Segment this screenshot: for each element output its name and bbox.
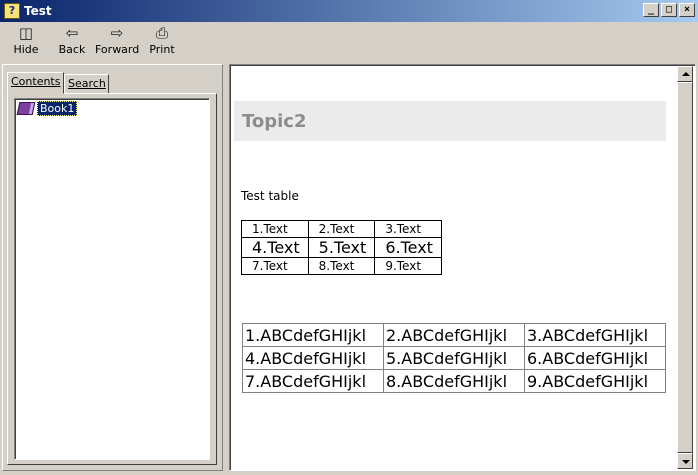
table-cell: 8.ABCdefGHIjkl [383,369,525,393]
forward-button[interactable]: ⇨ Forward [95,24,139,60]
print-button[interactable]: ⎙ Print [147,24,177,60]
forward-label: Forward [95,43,140,56]
contents-panel: Book1 [7,93,217,465]
table-cell: 4.ABCdefGHIjkl [242,346,384,370]
print-label: Print [149,43,175,56]
topic-header: Topic2 [234,101,666,141]
vertical-scrollbar[interactable] [677,66,693,469]
hide-pane-icon: ◫ [18,24,34,42]
maximize-button[interactable]: □ [661,3,677,17]
printer-icon: ⎙ [155,24,168,42]
tree-item-book1[interactable]: Book1 [16,101,78,116]
table-cell: 3.Text [374,220,442,238]
table-row: 4.Text 5.Text 6.Text [241,237,442,258]
table-cell: 4.Text [241,237,309,258]
topic-title: Topic2 [242,111,307,132]
scroll-down-button[interactable] [677,453,693,469]
toolbar: ◫ Hide ⇦ Back ⇨ Forward ⎙ Print [0,22,698,62]
title-bar[interactable]: ? Test _ □ × [0,0,698,22]
table-cell: 9.ABCdefGHIjkl [524,369,666,393]
table-cell: 1.Text [241,220,309,238]
tab-search[interactable]: Search [64,74,109,94]
window-controls: _ □ × [643,3,695,17]
hide-label: Hide [13,43,39,56]
tab-search-label: Search [68,77,106,90]
back-arrow-icon: ⇦ [65,24,79,42]
table-cell: 7.Text [241,257,309,275]
forward-arrow-icon: ⇨ [110,24,124,42]
back-button[interactable]: ⇦ Back [56,24,88,60]
close-button[interactable]: × [679,3,695,17]
table-row: 7.Text 8.Text 9.Text [241,257,442,275]
topic-content: Topic2 Test table 1.Text 2.Text 3.Text 4… [229,64,696,471]
test-table-small: 1.Text 2.Text 3.Text 4.Text 5.Text 6.Tex… [241,220,442,275]
table-cell: 7.ABCdefGHIjkl [242,369,384,393]
table-cell: 2.ABCdefGHIjkl [383,323,525,347]
table-row: 4.ABCdefGHIjkl 5.ABCdefGHIjkl 6.ABCdefGH… [242,346,666,370]
test-table-large: 1.ABCdefGHIjkl 2.ABCdefGHIjkl 3.ABCdefGH… [242,323,666,393]
table-caption: Test table [241,189,299,203]
table-cell: 3.ABCdefGHIjkl [524,323,666,347]
table-row: 1.Text 2.Text 3.Text [241,220,442,238]
table-row: 7.ABCdefGHIjkl 8.ABCdefGHIjkl 9.ABCdefGH… [242,369,666,393]
table-cell: 9.Text [374,257,442,275]
table-cell: 2.Text [307,220,376,238]
window-title: Test [24,4,52,18]
scroll-up-button[interactable] [677,66,693,82]
tree-item-label: Book1 [37,101,78,116]
table-cell: 5.Text [307,237,376,258]
table-cell: 8.Text [307,257,376,275]
table-cell: 5.ABCdefGHIjkl [383,346,525,370]
hide-button[interactable]: ◫ Hide [11,24,41,60]
minimize-button[interactable]: _ [643,3,659,17]
tab-contents-label: Contents [11,75,61,88]
table-cell: 6.Text [374,237,442,258]
back-label: Back [58,43,86,56]
help-app-icon[interactable]: ? [4,3,20,19]
table-row: 1.ABCdefGHIjkl 2.ABCdefGHIjkl 3.ABCdefGH… [242,323,666,347]
table-cell: 1.ABCdefGHIjkl [242,323,384,347]
scroll-thumb[interactable] [677,82,693,453]
book-icon [16,102,36,115]
navigation-pane: Contents Search Book1 [2,64,223,471]
tab-contents[interactable]: Contents [7,72,65,94]
contents-tree[interactable]: Book1 [14,98,210,460]
table-cell: 6.ABCdefGHIjkl [524,346,666,370]
